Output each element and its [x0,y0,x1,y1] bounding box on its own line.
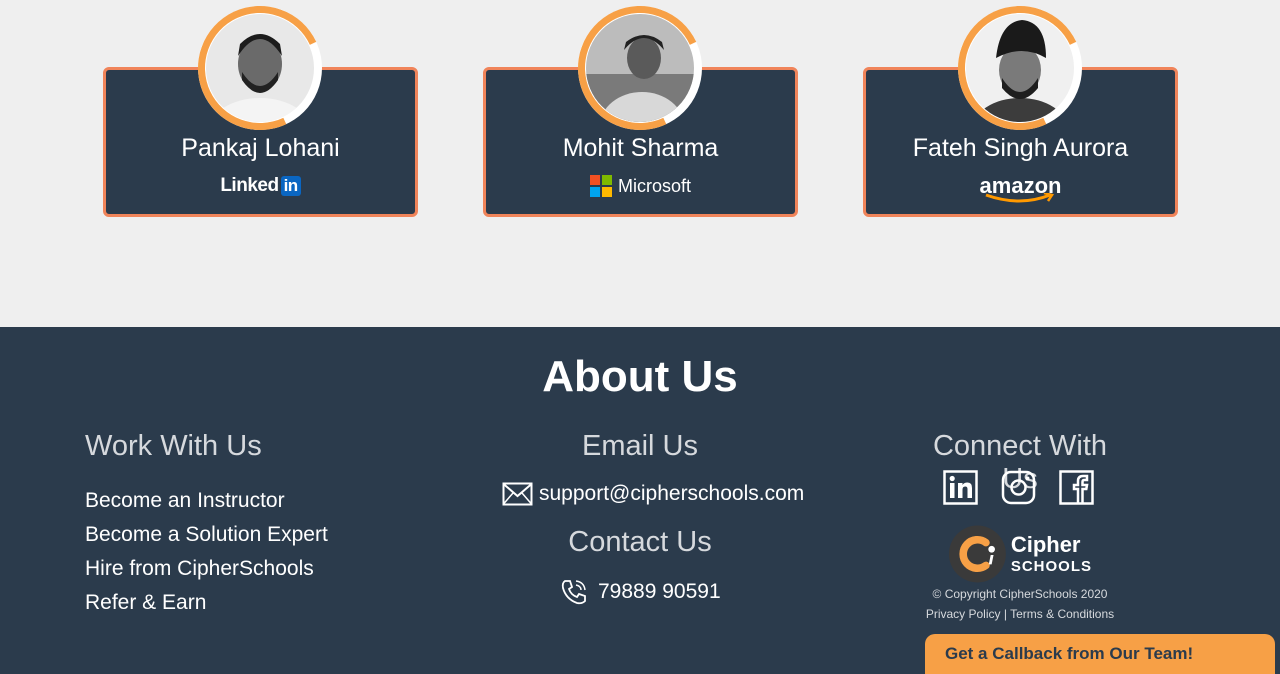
about-title: About Us [542,352,738,401]
mentor-avatar [180,0,340,148]
instagram-icon[interactable] [1001,470,1036,505]
refer-and-earn-link[interactable]: Refer & Earn [85,591,206,615]
brand-wordmark: Cipher SCHOOLS [1010,532,1092,575]
hire-from-cipherschools-link[interactable]: Hire from CipherSchools [85,557,314,581]
microsoft-grid-icon [589,175,612,197]
company-logo: amazon [866,172,1175,203]
company-logo: Linked in [106,172,415,200]
mentor-avatar [560,0,720,148]
linkedin-icon[interactable] [943,470,978,505]
terms-link[interactable]: Terms & Conditions [1010,607,1114,621]
become-instructor-link[interactable]: Become an Instructor [85,489,285,513]
privacy-policy-link[interactable]: Privacy Policy [926,607,1001,621]
cipherschools-emblem-icon [948,525,1006,583]
phone-row[interactable]: 79889 90591 [560,578,721,606]
email-row[interactable]: support@cipherschools.com [502,482,804,506]
legal-separator: | [1003,607,1007,621]
mentor-name: Mohit Sharma [562,134,719,162]
amazon-smile-icon [985,193,1054,203]
cipherschools-logo[interactable]: Cipher SCHOOLS [948,523,1092,585]
mentor-name: Pankaj Lohani [181,134,340,162]
amazon-logo: amazon [980,173,1061,203]
email-address[interactable]: support@cipherschools.com [539,482,804,506]
mentors-section: Pankaj Lohani Linked in Mohit Sharma Mic… [0,0,1280,327]
callback-button[interactable]: Get a Callback from Our Team! [925,634,1275,674]
mentor-name: Fateh Singh Aurora [912,134,1129,162]
phone-icon [561,580,586,605]
legal-links: Privacy Policy | Terms & Conditions [920,607,1120,621]
mentor-avatar [940,0,1100,148]
envelope-icon [502,482,533,506]
copyright-text: © Copyright CipherSchools 2020 [932,587,1108,601]
microsoft-logo: Microsoft [589,175,691,197]
linkedin-logo: Linked in [220,175,301,197]
phone-number[interactable]: 79889 90591 [598,580,721,604]
facebook-icon[interactable] [1059,470,1094,505]
social-icons [943,470,1094,505]
company-logo: Microsoft [486,172,795,200]
